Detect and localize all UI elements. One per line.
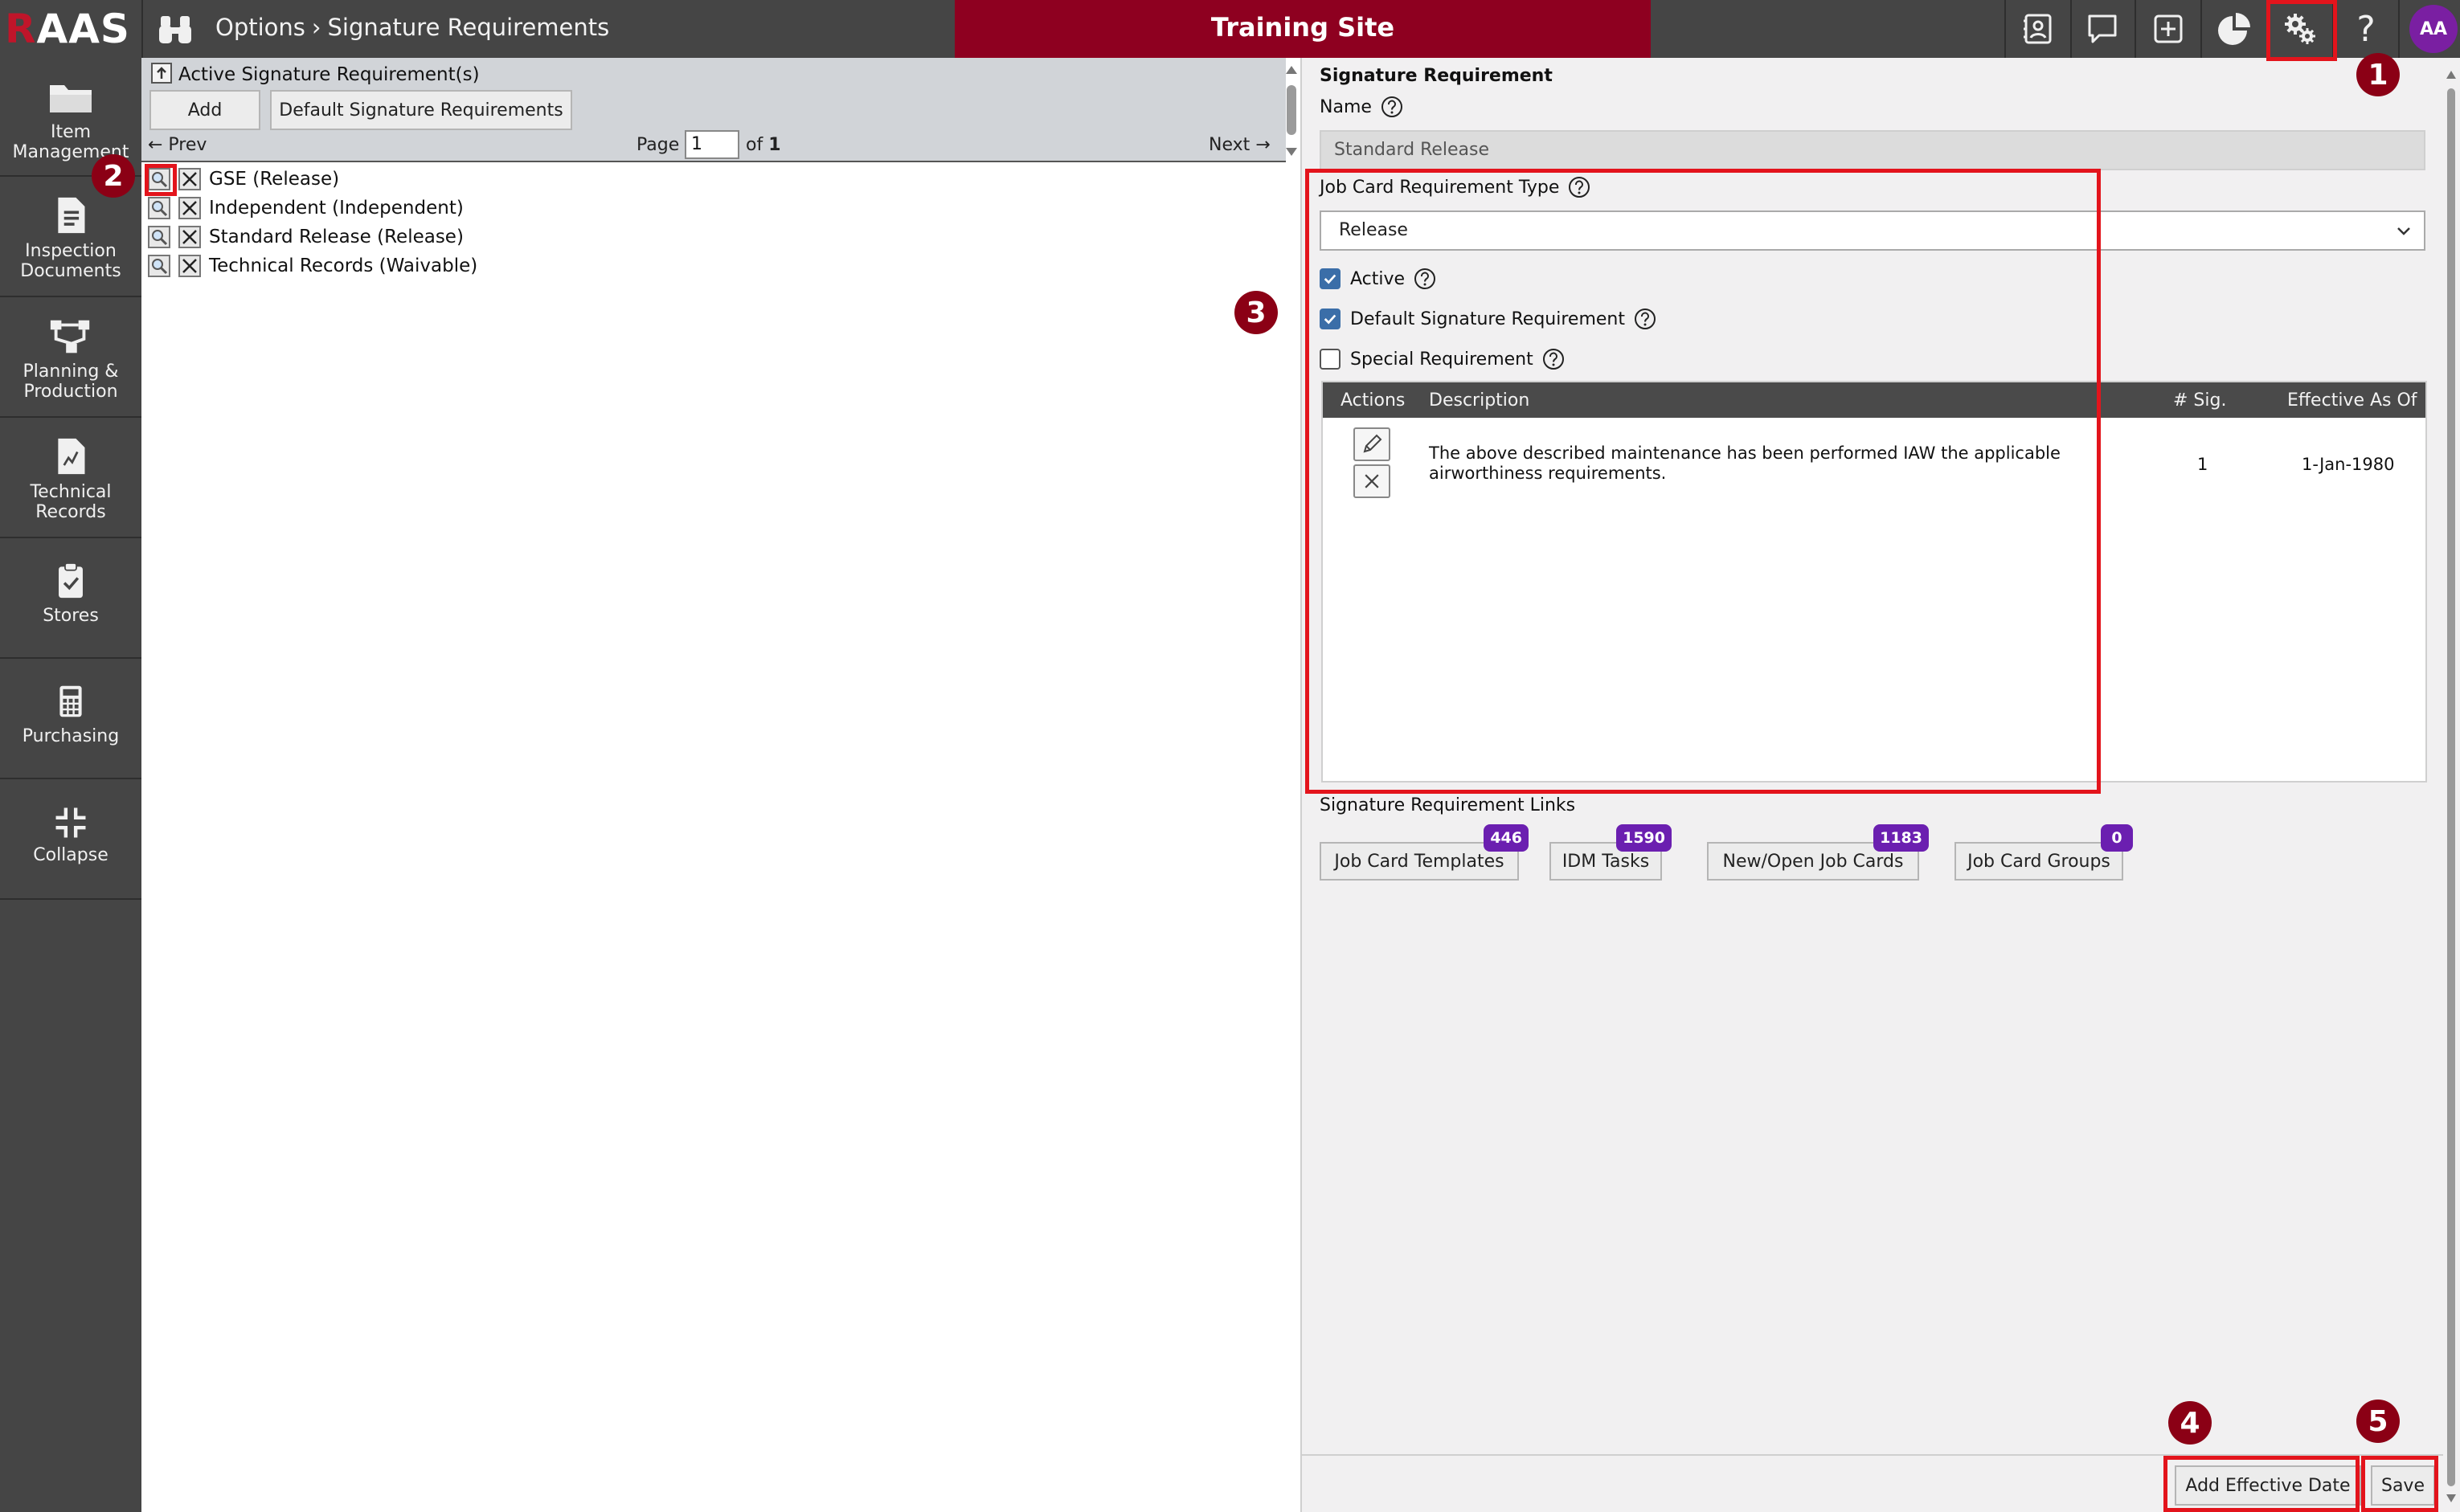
step-marker-3: 3: [1234, 291, 1278, 334]
chevron-down-icon: [2397, 227, 2410, 235]
count-badge: 1183: [1873, 824, 1929, 852]
job-card-groups-button[interactable]: Job Card Groups 0: [1954, 824, 2133, 881]
detail-title: Signature Requirement: [1320, 66, 1553, 86]
detail-scrollbar[interactable]: [2443, 58, 2460, 1512]
sidebar-item-collapse[interactable]: Collapse: [0, 781, 141, 900]
folder-icon: [50, 85, 92, 112]
pie-chart-icon: [2218, 13, 2250, 45]
raas-logo[interactable]: RAAS: [5, 3, 133, 55]
page-number-input[interactable]: 1: [685, 130, 739, 159]
count-badge: 1590: [1616, 824, 1672, 852]
count-badge: 446: [1484, 824, 1529, 852]
delete-x-icon[interactable]: [178, 255, 201, 277]
sidebar-item-label: Planning & Production: [23, 362, 119, 402]
row-effective-date: 1-Jan-1980: [2302, 455, 2395, 474]
pager-prev-link[interactable]: ← Prev: [148, 135, 207, 155]
reports-button[interactable]: [2202, 0, 2266, 58]
breadcrumb-options[interactable]: Options: [215, 14, 305, 41]
highlight-settings: [2266, 0, 2337, 61]
step-marker-5: 5: [2356, 1400, 2400, 1443]
help-button[interactable]: ?: [2334, 0, 2398, 58]
list-scrollbar[interactable]: [1283, 58, 1300, 162]
list-item[interactable]: Standard Release (Release): [148, 223, 464, 251]
divider: [141, 161, 1286, 162]
list-header: Active Signature Requirement(s) Add Defa…: [141, 58, 1286, 161]
signature-requirement-list-panel: Active Signature Requirement(s) Add Defa…: [141, 58, 1286, 1512]
top-bar: RAAS Options › Signature Requirements Trai…: [0, 0, 2460, 58]
step-marker-2: 2: [92, 154, 135, 198]
calculator-icon: [59, 685, 82, 717]
sidebar-item-label: Purchasing: [22, 726, 120, 746]
breadcrumb: Options › Signature Requirements: [215, 11, 609, 43]
name-input[interactable]: Standard Release: [1320, 130, 2425, 170]
links-title: Signature Requirement Links: [1320, 795, 1576, 815]
list-item-label: Standard Release (Release): [209, 227, 464, 247]
idm-tasks-button[interactable]: IDM Tasks 1590: [1549, 824, 1672, 881]
sidebar: Item Management Inspection Documents Pla…: [0, 58, 141, 1512]
pager-next-link[interactable]: Next →: [1209, 135, 1271, 155]
records-icon: [58, 438, 85, 475]
add-box-button[interactable]: [2136, 0, 2200, 58]
list-item[interactable]: Independent (Independent): [148, 194, 464, 222]
sidebar-item-label: Inspection Documents: [20, 241, 121, 281]
delete-x-icon[interactable]: [178, 197, 201, 219]
default-signature-requirements-button[interactable]: Default Signature Requirements: [270, 90, 572, 130]
job-card-templates-button[interactable]: Job Card Templates 446: [1320, 824, 1529, 881]
step-marker-1: 1: [2356, 53, 2400, 96]
column-header-sig: # Sig.: [2173, 390, 2227, 411]
pager-total: of 1: [746, 135, 781, 155]
clipboard-check-icon: [59, 562, 83, 599]
chat-button[interactable]: [2070, 0, 2135, 58]
add-button[interactable]: Add: [149, 90, 260, 130]
chat-icon: [2088, 14, 2117, 43]
row-sig-count: 1: [2197, 455, 2208, 474]
document-icon: [58, 197, 85, 234]
breadcrumb-current: Signature Requirements: [327, 14, 610, 41]
contact-card-button[interactable]: [2006, 0, 2070, 58]
new-open-job-cards-button[interactable]: New/Open Job Cards 1183: [1707, 824, 1929, 881]
site-banner: Training Site: [955, 0, 1651, 58]
list-item-label: GSE (Release): [209, 169, 340, 190]
view-magnifier-icon[interactable]: [148, 255, 170, 277]
sidebar-item-technical-records[interactable]: Technical Records: [0, 419, 141, 538]
question-mark-icon: ?: [2356, 8, 2376, 50]
contact-card-icon: [2024, 14, 2052, 44]
list-item-label: Independent (Independent): [209, 198, 464, 219]
sidebar-item-label: Technical Records: [30, 482, 112, 522]
breadcrumb-separator: ›: [311, 14, 321, 41]
highlight-save: [2361, 1456, 2438, 1512]
workflow-icon: [50, 320, 90, 353]
pager-page-label: Page: [636, 135, 680, 155]
view-magnifier-icon[interactable]: [148, 226, 170, 248]
add-box-icon: [2154, 14, 2183, 43]
column-header-effective: Effective As Of: [2287, 390, 2417, 411]
divider: [141, 0, 143, 58]
view-magnifier-icon[interactable]: [148, 197, 170, 219]
highlight-detail-form: [1305, 169, 2101, 794]
sidebar-item-label: Collapse: [33, 845, 108, 865]
name-label: Name: [1320, 95, 1404, 119]
binoculars-icon[interactable]: [158, 13, 193, 45]
collapse-icon: [55, 807, 86, 838]
count-badge: 0: [2101, 824, 2133, 852]
divider: [2398, 0, 2400, 58]
help-circle-icon[interactable]: [1380, 95, 1404, 119]
sidebar-item-purchasing[interactable]: Purchasing: [0, 660, 141, 779]
delete-x-icon[interactable]: [178, 226, 201, 248]
upload-icon[interactable]: [151, 63, 172, 84]
highlight-add-effective-date: [2163, 1456, 2360, 1512]
user-avatar[interactable]: AA: [2409, 5, 2458, 53]
list-item[interactable]: Technical Records (Waivable): [148, 252, 477, 280]
step-marker-4: 4: [2168, 1401, 2212, 1445]
sidebar-item-label: Stores: [43, 606, 99, 626]
list-item-label: Technical Records (Waivable): [209, 255, 478, 276]
delete-x-icon[interactable]: [178, 168, 201, 190]
highlight-view-icon: [145, 164, 177, 196]
list-title: Active Signature Requirement(s): [178, 64, 480, 85]
sidebar-item-stores[interactable]: Stores: [0, 540, 141, 659]
sidebar-item-planning-production[interactable]: Planning & Production: [0, 299, 141, 418]
